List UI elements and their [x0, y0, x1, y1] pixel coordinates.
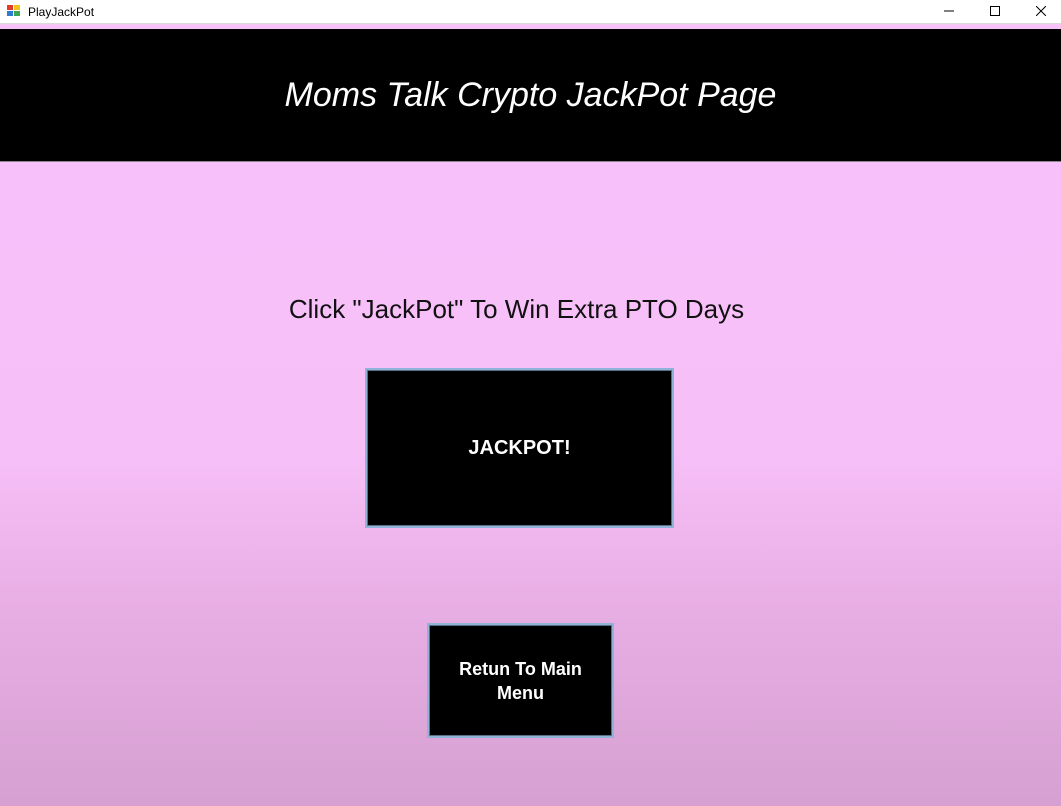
jackpot-button[interactable]: JACKPOT!	[365, 368, 674, 528]
maximize-icon	[990, 6, 1000, 16]
app-window: PlayJackPot Moms Talk Crypto JackPot Pag…	[0, 0, 1061, 806]
return-to-main-menu-button[interactable]: Retun To Main Menu	[427, 623, 614, 738]
app-window-icon	[7, 5, 20, 16]
minimize-icon	[944, 10, 954, 12]
window-title: PlayJackPot	[28, 5, 95, 19]
jackpot-button-label: JACKPOT!	[468, 436, 571, 459]
maximize-button[interactable]	[972, 0, 1018, 22]
minimize-button[interactable]	[926, 0, 972, 22]
header-banner: Moms Talk Crypto JackPot Page	[0, 29, 1061, 162]
page-title: Moms Talk Crypto JackPot Page	[284, 76, 777, 114]
title-bar[interactable]: PlayJackPot	[0, 0, 1061, 24]
close-button[interactable]	[1018, 0, 1061, 22]
form-content: Moms Talk Crypto JackPot Page Click "Jac…	[0, 25, 1061, 806]
return-button-label: Retun To Main Menu	[459, 658, 582, 703]
instruction-label: Click "JackPot" To Win Extra PTO Days	[288, 294, 745, 324]
close-icon	[1036, 6, 1046, 16]
